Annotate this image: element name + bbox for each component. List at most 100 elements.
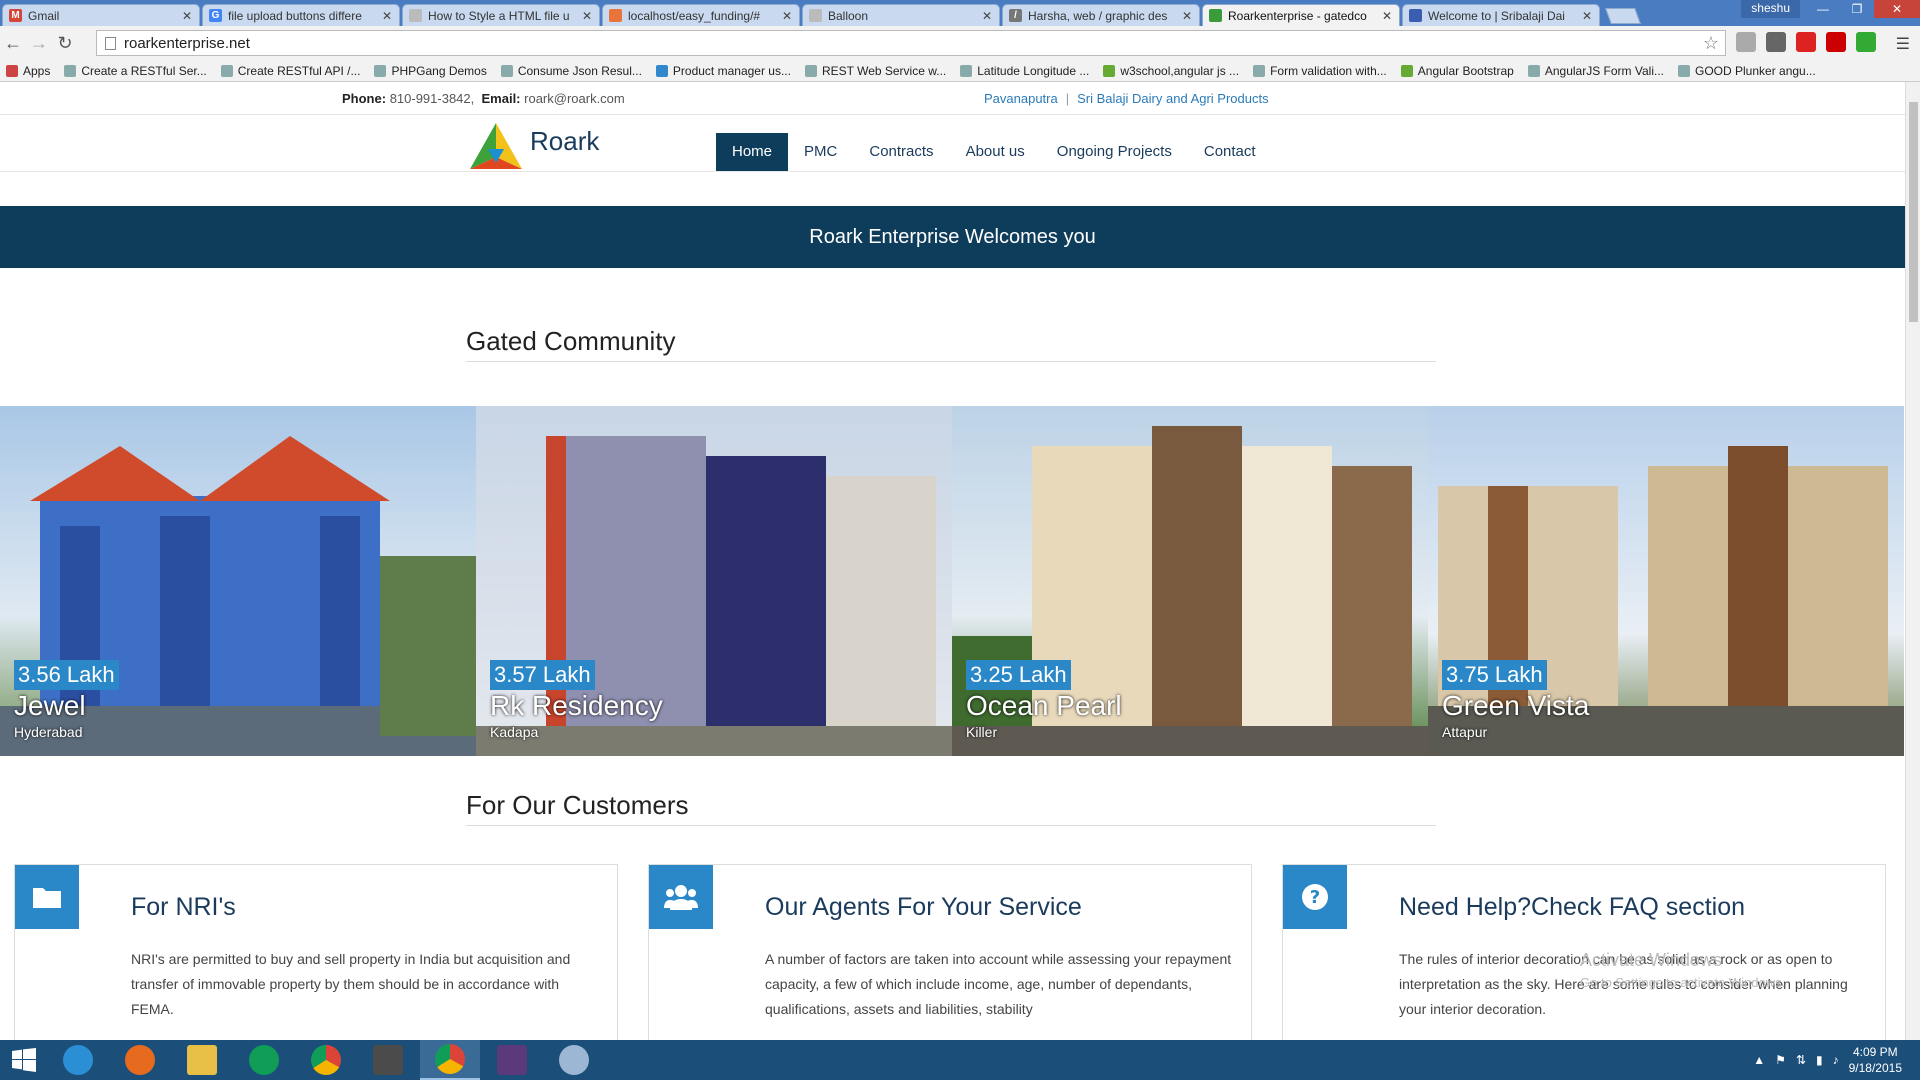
property-card-ocean-pearl[interactable]: 3.25 Lakh Ocean Pearl Killer: [952, 406, 1428, 756]
property-location: Hyderabad: [14, 724, 83, 740]
paint-icon[interactable]: [544, 1040, 604, 1080]
chrome-active-icon[interactable]: [420, 1040, 480, 1080]
nav-contracts[interactable]: Contracts: [853, 133, 949, 171]
reload-icon[interactable]: ↻: [52, 33, 78, 54]
nav-ongoing-projects[interactable]: Ongoing Projects: [1041, 133, 1188, 171]
flag-icon[interactable]: ⚑: [1775, 1053, 1786, 1067]
back-icon[interactable]: ←: [0, 33, 26, 54]
feature-card-agents: Our Agents For Your Service A number of …: [648, 864, 1252, 1040]
close-icon[interactable]: ✕: [781, 9, 793, 23]
system-tray: ▲ ⚑ ⇅ ▮ ♪ 4:09 PM 9/18/2015: [1753, 1040, 1920, 1080]
sublime-icon[interactable]: [358, 1040, 418, 1080]
clock[interactable]: 4:09 PM 9/18/2015: [1849, 1044, 1902, 1076]
extension-icons: [1736, 32, 1876, 52]
feature-card-nri: For NRI's NRI's are permitted to buy and…: [14, 864, 618, 1040]
property-location: Kadapa: [490, 724, 539, 740]
bookmark-star-icon[interactable]: ☆: [1703, 33, 1719, 54]
welcome-banner: Roark Enterprise Welcomes you: [0, 206, 1905, 268]
bookmark-item[interactable]: Consume Json Resul...: [500, 64, 642, 78]
bookmark-item[interactable]: REST Web Service w...: [804, 64, 946, 78]
page-scrollbar[interactable]: [1905, 82, 1920, 1040]
menu-icon[interactable]: ☰: [1896, 34, 1910, 54]
volume-icon[interactable]: ♪: [1833, 1053, 1839, 1067]
url-text: roarkenterprise.net: [124, 34, 250, 52]
windows-icon: [12, 1048, 36, 1072]
start-button[interactable]: [0, 1040, 48, 1080]
close-window-icon[interactable]: ✕: [1874, 0, 1920, 18]
bookmark-item[interactable]: Latitude Longitude ...: [960, 64, 1089, 78]
extension-icon[interactable]: [1736, 32, 1756, 52]
network-icon[interactable]: ⇅: [1796, 1053, 1806, 1067]
forward-icon[interactable]: →: [26, 33, 52, 54]
bookmark-item[interactable]: AngularJS Form Vali...: [1527, 64, 1664, 78]
feature-title[interactable]: For NRI's: [131, 893, 236, 922]
browser-tab-strip: M Gmail ✕ Gfile upload buttons differe ✕ Ho…: [0, 0, 1920, 26]
bookmark-icon: [1527, 64, 1540, 77]
close-icon[interactable]: ✕: [381, 9, 393, 23]
minimize-icon[interactable]: —: [1806, 0, 1840, 18]
hangouts-icon[interactable]: [234, 1040, 294, 1080]
address-bar[interactable]: roarkenterprise.net ☆: [96, 30, 1726, 56]
extension-icon[interactable]: [1856, 32, 1876, 52]
signal-icon[interactable]: ▮: [1816, 1053, 1823, 1067]
bookmark-item[interactable]: Form validation with...: [1253, 64, 1387, 78]
tab-sribalaji[interactable]: Welcome to | Sribalaji Dai ✕: [1402, 4, 1600, 26]
chrome-icon[interactable]: [296, 1040, 356, 1080]
bookmark-icon: [500, 64, 513, 77]
slash-icon: /: [1009, 9, 1022, 22]
close-icon[interactable]: ✕: [581, 9, 593, 23]
firefox-icon[interactable]: [110, 1040, 170, 1080]
bookmark-icon: [804, 64, 817, 77]
restore-icon[interactable]: ❐: [1840, 0, 1874, 18]
nav-contact[interactable]: Contact: [1188, 133, 1272, 171]
bookmark-icon: [374, 64, 387, 77]
tab-style-html[interactable]: How to Style a HTML file u ✕: [402, 4, 600, 26]
link-pavanaputra[interactable]: Pavanaputra: [984, 91, 1058, 106]
bookmark-apps[interactable]: Apps: [6, 64, 50, 78]
extension-icon[interactable]: [1796, 32, 1816, 52]
tab-balloon[interactable]: Balloon ✕: [802, 4, 1000, 26]
tab-localhost[interactable]: localhost/easy_funding/# ✕: [602, 4, 800, 26]
brand-name: Roark: [530, 125, 600, 156]
property-card-green-vista[interactable]: 3.75 Lakh Green Vista Attapur: [1428, 406, 1904, 756]
property-card-rk-residency[interactable]: 3.57 Lakh Rk Residency Kadapa: [476, 406, 952, 756]
bookmark-item[interactable]: GOOD Plunker angu...: [1678, 64, 1816, 78]
site-logo[interactable]: Roark: [468, 121, 599, 171]
close-icon[interactable]: ✕: [1181, 9, 1193, 23]
ie-icon[interactable]: [48, 1040, 108, 1080]
property-name: Green Vista: [1442, 690, 1590, 721]
extension-icon[interactable]: [1826, 32, 1846, 52]
extension-icon[interactable]: [1766, 32, 1786, 52]
tray-expand-icon[interactable]: ▲: [1753, 1053, 1765, 1067]
bookmark-item[interactable]: w3school,angular js ...: [1103, 64, 1239, 78]
link-sribalaji[interactable]: Sri Balaji Dairy and Agri Products: [1077, 91, 1268, 106]
close-icon[interactable]: ✕: [981, 9, 993, 23]
javaee-icon[interactable]: [482, 1040, 542, 1080]
file-explorer-icon[interactable]: [172, 1040, 232, 1080]
bookmark-item[interactable]: Create a RESTful Ser...: [64, 64, 207, 78]
page-icon: [409, 9, 422, 22]
close-icon[interactable]: ✕: [1581, 9, 1593, 23]
bookmark-item[interactable]: Create RESTful API /...: [220, 64, 360, 78]
tab-gmail[interactable]: M Gmail ✕: [2, 4, 200, 26]
apps-icon: [6, 64, 18, 77]
close-icon[interactable]: ✕: [1381, 9, 1393, 23]
tab-roarkenterprise[interactable]: Roarkenterprise - gatedco ✕: [1202, 4, 1400, 26]
tab-harsha[interactable]: / Harsha, web / graphic des ✕: [1002, 4, 1200, 26]
nav-about-us[interactable]: About us: [950, 133, 1041, 171]
activation-watermark: Activate Windows: [1580, 950, 1723, 970]
bookmark-item[interactable]: Angular Bootstrap: [1400, 64, 1514, 78]
feature-title[interactable]: Our Agents For Your Service: [765, 893, 1082, 922]
property-card-jewel[interactable]: 3.56 Lakh Jewel Hyderabad: [0, 406, 476, 756]
nav-home[interactable]: Home: [716, 133, 789, 171]
nav-pmc[interactable]: PMC: [788, 133, 853, 171]
scrollbar-thumb[interactable]: [1909, 102, 1918, 322]
close-icon[interactable]: ✕: [181, 9, 193, 23]
feature-title[interactable]: Need Help?Check FAQ section: [1399, 893, 1745, 922]
bookmark-item[interactable]: PHPGang Demos: [374, 64, 487, 78]
email-address[interactable]: roark@roark.com: [524, 91, 625, 106]
new-tab-button[interactable]: [1605, 8, 1641, 24]
profile-name[interactable]: sheshu: [1741, 0, 1800, 18]
bookmark-item[interactable]: Product manager us...: [655, 64, 791, 78]
tab-file-upload[interactable]: Gfile upload buttons differe ✕: [202, 4, 400, 26]
